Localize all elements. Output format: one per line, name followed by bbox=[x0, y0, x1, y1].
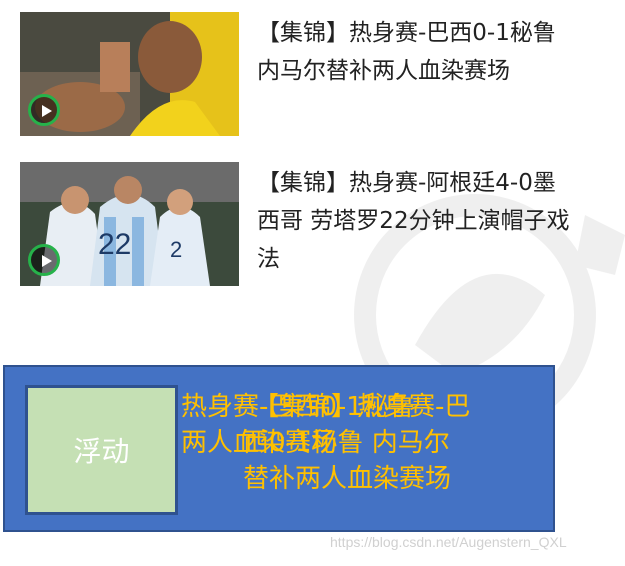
text-front-line-1: 【集锦】热身赛-巴 bbox=[253, 392, 471, 422]
svg-text:2: 2 bbox=[170, 237, 182, 262]
news-title[interactable]: 【集锦】热身赛-巴西0-1秘鲁 内马尔替补两人血染赛场 bbox=[257, 14, 577, 90]
video-thumbnail[interactable]: 22 2 bbox=[20, 162, 239, 286]
play-icon[interactable] bbox=[28, 94, 60, 126]
float-box: 浮动 bbox=[25, 385, 178, 515]
play-icon[interactable] bbox=[28, 244, 60, 276]
svg-text:22: 22 bbox=[98, 228, 131, 261]
news-title[interactable]: 【集锦】热身赛-阿根廷4-0墨西哥 劳塔罗22分钟上演帽子戏法 bbox=[257, 164, 577, 278]
news-title-link[interactable]: 【集锦】热身赛-阿根廷4-0墨西哥 劳塔罗22分钟上演帽子戏法 bbox=[257, 170, 570, 272]
url-watermark: https://blog.csdn.net/Augenstern_QXL bbox=[330, 534, 567, 550]
text-front-line-3: 替补两人血染赛场 bbox=[243, 464, 452, 494]
news-title-link[interactable]: 【集锦】热身赛-巴西0-1秘鲁 内马尔替补两人血染赛场 bbox=[257, 20, 556, 84]
news-item[interactable]: 22 2 【集锦】热身赛-阿根廷4-0墨西哥 劳塔罗22分钟上演帽子戏法 bbox=[20, 160, 580, 286]
news-item[interactable]: 【集锦】热身赛-巴西0-1秘鲁 内马尔替补两人血染赛场 bbox=[20, 10, 580, 136]
float-demo-container: 热身赛-巴西0-1秘鲁 两人血染赛场 【集锦】热身赛-巴 西0-1秘鲁 内马尔 … bbox=[3, 365, 555, 532]
text-front-line-2: 西0-1秘鲁 内马尔 bbox=[243, 428, 450, 458]
video-thumbnail[interactable] bbox=[20, 12, 239, 136]
